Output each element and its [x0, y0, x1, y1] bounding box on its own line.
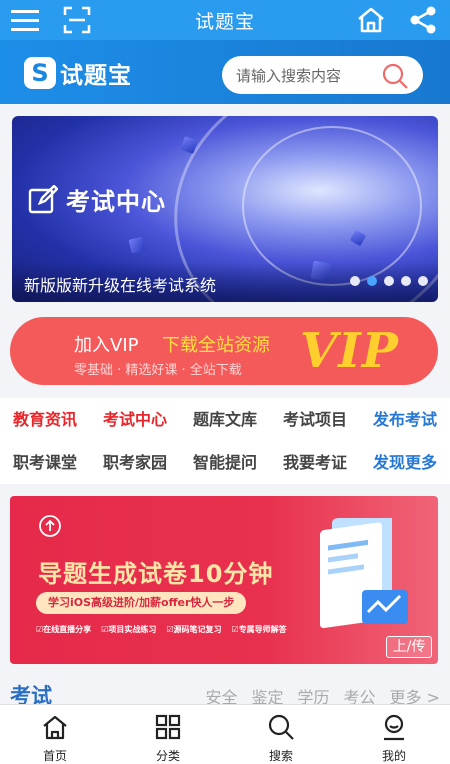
promo-tag: 学习iOS高级进阶/加薪offer快人一步	[36, 592, 247, 614]
search-input[interactable]: 请输入搜索内容	[222, 56, 423, 94]
promo-banner[interactable]: 导题生成试卷10分钟 学习iOS高级进阶/加薪offer快人一步 ☑在线直播分享…	[10, 496, 438, 664]
category-publish-exam[interactable]: 发布考试	[360, 406, 450, 430]
category-get-certified[interactable]: 我要考证	[270, 449, 360, 473]
carousel-indicators[interactable]	[350, 276, 428, 286]
logo-text: 试题宝	[60, 63, 132, 89]
app-title: 试题宝	[194, 10, 255, 33]
nav-mine[interactable]: 我的	[349, 713, 439, 764]
nav-label: 首页	[42, 749, 67, 763]
nav-label: 我的	[381, 749, 406, 763]
bottom-navigation: 首页 分类 搜索 我的	[0, 704, 450, 764]
vip-join-banner[interactable]: 加入VIP 下载全站资源 零基础 · 精选好课 · 全站下载 VIP	[10, 317, 438, 385]
banner-caption: 新版版新升级在线考试系统	[24, 276, 217, 295]
search-icon[interactable]	[381, 62, 409, 94]
banner-heading: 考试中心	[28, 182, 166, 217]
header-strip: S 试题宝 请输入搜索内容	[0, 40, 450, 104]
category-career-class[interactable]: 职考课堂	[0, 449, 90, 473]
category-career-home[interactable]: 职考家园	[90, 449, 180, 473]
carousel-dot[interactable]	[384, 276, 394, 286]
vip-subtitle: 零基础 · 精选好课 · 全站下载	[74, 363, 242, 378]
carousel-dot[interactable]	[350, 276, 360, 286]
promo-feature: ☑源码笔记复习	[166, 625, 222, 634]
hamburger-menu-icon[interactable]	[10, 5, 40, 35]
banner-caption-bar: 新版版新升级在线考试系统	[12, 262, 438, 302]
upload-circle-icon	[38, 514, 62, 542]
scan-icon[interactable]	[62, 5, 92, 35]
decor-cube	[128, 236, 146, 254]
promo-feature: ☑项目实战练习	[101, 625, 157, 634]
home-icon	[43, 715, 67, 740]
top-app-bar: 试题宝	[0, 0, 450, 40]
category-question-library[interactable]: 题库文库	[180, 406, 270, 430]
promo-features: ☑在线直播分享 ☑项目实战练习 ☑源码笔记复习 ☑专属导师解答	[36, 624, 287, 635]
carousel-dot[interactable]	[418, 276, 428, 286]
edit-icon	[28, 184, 58, 213]
category-discover-more[interactable]: 发现更多	[360, 449, 450, 473]
nav-home[interactable]: 首页	[10, 713, 100, 764]
vip-wordmark: VIP	[300, 323, 399, 379]
vip-download-label: 下载全站资源	[162, 335, 270, 356]
promo-feature: ☑专属导师解答	[231, 625, 287, 634]
nav-search[interactable]: 搜索	[236, 713, 326, 764]
upload-badge[interactable]: 上/传	[386, 636, 432, 658]
brand-logo[interactable]: S 试题宝	[24, 56, 132, 90]
carousel-dot-active[interactable]	[367, 276, 377, 286]
nav-label: 搜索	[268, 749, 293, 763]
logo-mark-icon: S	[24, 57, 56, 89]
promo-headline: 导题生成试卷10分钟	[38, 560, 274, 588]
category-row: 教育资讯 考试中心 题库文库 考试项目 发布考试	[0, 398, 450, 438]
carousel-banner[interactable]: 考试中心 新版版新升级在线考试系统	[12, 116, 438, 302]
user-icon	[384, 714, 404, 741]
app-screen: 试题宝 S 试题宝 请输入搜索内容 考试中心 新版版新升级在线考试系统 加入VI…	[0, 0, 450, 764]
search-icon	[268, 714, 294, 740]
category-edu-news[interactable]: 教育资讯	[0, 406, 90, 430]
home-icon[interactable]	[356, 5, 386, 35]
share-icon[interactable]	[408, 5, 438, 35]
document-illustration-icon	[310, 510, 420, 642]
vip-join-label: 加入VIP	[74, 335, 139, 356]
category-exam-center[interactable]: 考试中心	[90, 406, 180, 430]
nav-category[interactable]: 分类	[123, 713, 213, 764]
category-row: 职考课堂 职考家园 智能提问 我要考证 发现更多	[0, 441, 450, 481]
category-smart-ask[interactable]: 智能提问	[180, 449, 270, 473]
carousel-dot[interactable]	[401, 276, 411, 286]
nav-label: 分类	[155, 749, 180, 763]
category-exam-projects[interactable]: 考试项目	[270, 406, 360, 430]
search-placeholder: 请输入搜索内容	[236, 66, 342, 85]
exam-section-header: 考试 安全 鉴定 学历 考公 更多 >	[0, 676, 450, 708]
promo-feature: ☑在线直播分享	[36, 625, 92, 634]
grid-icon	[155, 714, 181, 740]
category-grid: 教育资讯 考试中心 题库文库 考试项目 发布考试 职考课堂 职考家园 智能提问 …	[0, 398, 450, 484]
